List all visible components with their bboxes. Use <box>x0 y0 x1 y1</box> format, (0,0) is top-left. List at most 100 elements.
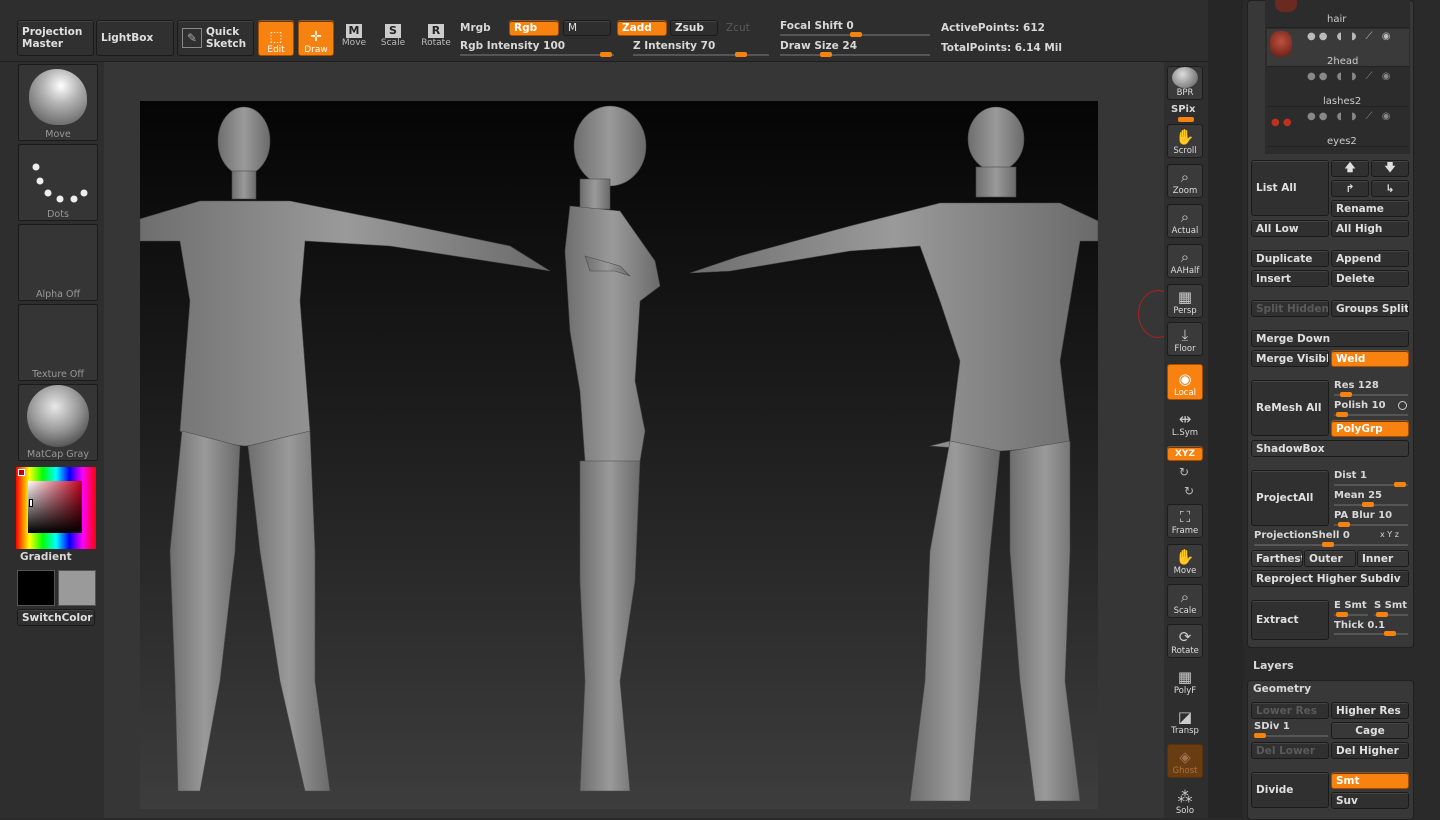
move-up-button[interactable]: 🡅 <box>1331 160 1369 177</box>
duplicate-button[interactable]: Duplicate <box>1251 250 1329 267</box>
reproject-higher-subdiv-button[interactable]: Reproject Higher Subdiv <box>1251 570 1409 587</box>
draw-button[interactable]: ✛ Draw <box>298 20 334 56</box>
thick-knob[interactable] <box>1384 631 1396 636</box>
polish-circle-icon[interactable] <box>1398 401 1407 410</box>
s-smt-knob[interactable] <box>1376 612 1388 617</box>
local-button[interactable]: ◉ Local <box>1167 364 1203 400</box>
move-mode-button[interactable]: M Move <box>338 22 370 56</box>
draw-size-knob[interactable] <box>820 52 832 57</box>
del-higher-button[interactable]: Del Higher <box>1331 742 1409 759</box>
merge-visible-button[interactable]: Merge Visible <box>1251 350 1329 367</box>
focal-shift-slider[interactable] <box>780 32 930 37</box>
zoom-button[interactable]: ⌕ Zoom <box>1167 164 1203 198</box>
pa-blur-knob[interactable] <box>1338 522 1350 527</box>
scale-view-button[interactable]: ⌕ Scale <box>1167 584 1203 618</box>
suv-toggle[interactable]: Suv <box>1331 792 1409 809</box>
subtool-item-hair[interactable]: hair <box>1267 0 1409 28</box>
move-view-button[interactable]: ✋ Move <box>1167 544 1203 578</box>
draw-size-slider[interactable] <box>780 52 930 57</box>
zsub-button[interactable]: Zsub <box>670 20 718 36</box>
dist-knob[interactable] <box>1394 482 1406 487</box>
higher-res-button[interactable]: Higher Res <box>1331 702 1409 719</box>
thick-slider[interactable] <box>1334 631 1408 636</box>
m-button[interactable]: M <box>563 20 611 36</box>
spix-knob[interactable] <box>1178 117 1194 122</box>
actual-button[interactable]: ⌕ Actual <box>1167 204 1203 238</box>
farthest-toggle[interactable]: Farthest <box>1251 550 1303 567</box>
select-up-button[interactable]: ↱ <box>1331 180 1369 197</box>
visibility-toggles[interactable]: ●● ◖ ◗ ⟋ ◉ <box>1307 31 1393 42</box>
rename-button[interactable]: Rename <box>1331 200 1409 217</box>
select-down-button[interactable]: ↳ <box>1371 180 1409 197</box>
subtool-item-2head[interactable]: ●● ◖ ◗ ⟋ ◉ 2head <box>1267 29 1409 67</box>
mrgb-button[interactable]: Mrgb <box>460 22 491 34</box>
outer-toggle[interactable]: Outer <box>1304 550 1356 567</box>
dist-slider[interactable] <box>1334 482 1408 487</box>
groups-split-button[interactable]: Groups Split <box>1331 300 1409 317</box>
e-smt-knob[interactable] <box>1336 612 1348 617</box>
stroke-selector[interactable]: Dots <box>18 144 98 221</box>
remesh-all-button[interactable]: ReMesh All <box>1251 380 1329 436</box>
xyz-button[interactable]: XYZ <box>1167 446 1203 461</box>
rgb-button[interactable]: Rgb <box>509 20 559 36</box>
delete-button[interactable]: Delete <box>1331 270 1409 287</box>
e-smt-slider[interactable] <box>1334 612 1368 617</box>
geometry-header[interactable]: Geometry <box>1253 683 1311 695</box>
layers-header[interactable]: Layers <box>1253 659 1294 672</box>
z-intensity-knob[interactable] <box>735 52 747 57</box>
transp-button[interactable]: ◪ Transp <box>1167 704 1203 738</box>
zcut-button[interactable]: Zcut <box>726 22 750 34</box>
solo-button[interactable]: ⁂ Solo <box>1167 784 1203 818</box>
subtool-item-lashes2[interactable]: ●● ◖ ◗ ⟋ ◉ lashes2 <box>1267 69 1409 107</box>
extract-button[interactable]: Extract <box>1251 600 1329 640</box>
move-down-button[interactable]: 🡇 <box>1371 160 1409 177</box>
subtool-item-eyes2[interactable]: ● ● ●● ◖ ◗ ⟋ ◉ eyes2 <box>1267 109 1409 147</box>
z-intensity-slider[interactable] <box>633 52 769 57</box>
mean-knob[interactable] <box>1362 502 1374 507</box>
polygrp-toggle[interactable]: PolyGrp <box>1331 420 1409 437</box>
polish-knob[interactable] <box>1336 412 1348 417</box>
material-selector[interactable]: MatCap Gray <box>18 384 98 461</box>
inner-toggle[interactable]: Inner <box>1357 550 1409 567</box>
rotate-view-button[interactable]: ⟳ Rotate <box>1167 624 1203 658</box>
mean-slider[interactable] <box>1334 502 1408 507</box>
rgb-intensity-slider[interactable] <box>460 52 614 57</box>
projection-shell-knob[interactable] <box>1322 542 1334 547</box>
weld-toggle[interactable]: Weld <box>1331 350 1409 367</box>
del-lower-button[interactable]: Del Lower <box>1251 742 1329 759</box>
spix-slider[interactable]: SPix <box>1171 104 1195 115</box>
aahalf-button[interactable]: ⌕ AAHalf <box>1167 244 1203 278</box>
merge-down-button[interactable]: Merge Down <box>1251 330 1409 347</box>
projection-xyz-toggle[interactable]: x Y z <box>1380 530 1399 539</box>
polish-slider[interactable] <box>1334 412 1408 417</box>
split-hidden-button[interactable]: Split Hidden <box>1251 300 1329 317</box>
list-all-button[interactable]: List All <box>1251 160 1329 216</box>
alpha-selector[interactable]: Alpha Off <box>18 224 98 301</box>
ghost-button[interactable]: ◈ Ghost <box>1167 744 1203 778</box>
color-picker[interactable] <box>16 467 96 549</box>
lsym-button[interactable]: ⇹ L.Sym <box>1167 406 1203 440</box>
lower-res-button[interactable]: Lower Res <box>1251 702 1329 719</box>
all-high-button[interactable]: All High <box>1331 220 1409 237</box>
sdiv-slider[interactable] <box>1254 733 1328 738</box>
projection-master-button[interactable]: Projection Master <box>17 20 94 56</box>
viewport-canvas[interactable] <box>140 101 1098 809</box>
s-smt-slider[interactable] <box>1374 612 1408 617</box>
project-all-button[interactable]: ProjectAll <box>1251 470 1329 526</box>
append-button[interactable]: Append <box>1331 250 1409 267</box>
scroll-button[interactable]: ✋ Scroll <box>1167 124 1203 158</box>
brush-selector[interactable]: Move <box>18 64 98 141</box>
cage-button[interactable]: Cage <box>1331 722 1409 739</box>
rgb-intensity-knob[interactable] <box>600 52 612 57</box>
zadd-button[interactable]: Zadd <box>617 20 667 36</box>
secondary-color-swatch[interactable] <box>17 570 55 606</box>
res-slider[interactable] <box>1334 392 1408 397</box>
pa-blur-slider[interactable] <box>1334 522 1408 527</box>
polyf-button[interactable]: ▦ PolyF <box>1167 664 1203 698</box>
scale-mode-button[interactable]: S Scale <box>377 22 409 56</box>
color-picker-square[interactable] <box>28 481 82 533</box>
visibility-toggles[interactable]: ●● ◖ ◗ ⟋ ◉ <box>1307 71 1393 82</box>
res-knob[interactable] <box>1340 392 1352 397</box>
bpr-button[interactable]: BPR <box>1167 66 1203 100</box>
sdiv-knob[interactable] <box>1254 733 1266 738</box>
